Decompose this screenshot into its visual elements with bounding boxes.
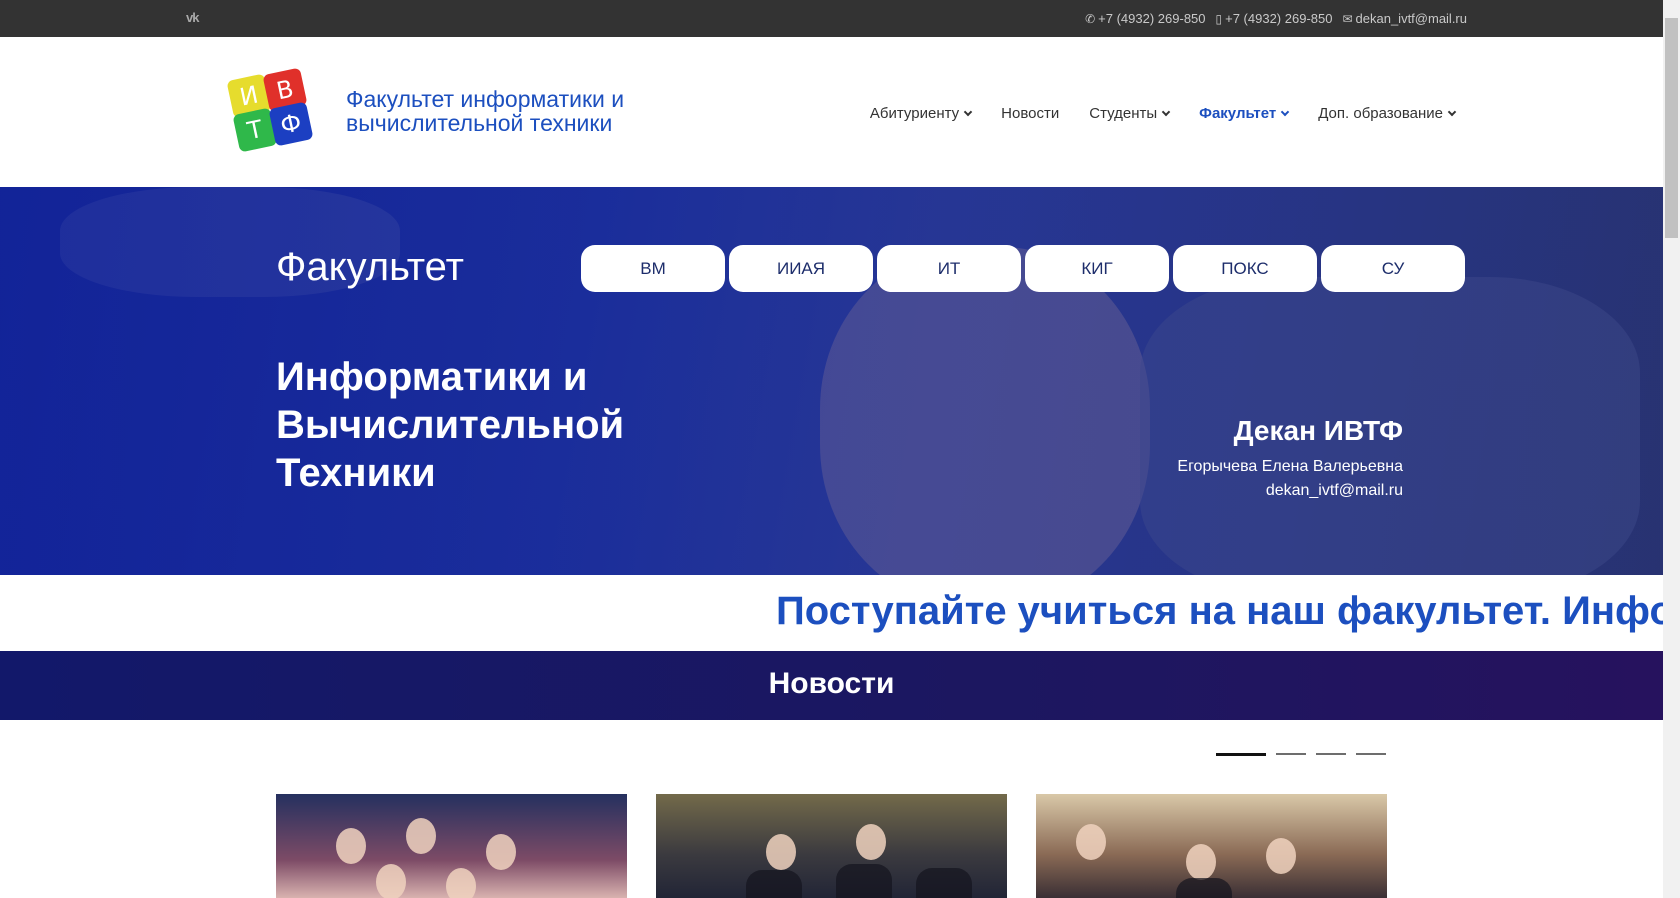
photo-figure — [746, 870, 802, 898]
vk-icon[interactable]: vk — [186, 10, 200, 25]
photo-figure — [1186, 844, 1216, 880]
photo-figure — [916, 868, 972, 898]
envelope-icon: ✉ — [1342, 11, 1353, 26]
chevron-down-icon — [963, 107, 973, 116]
email-contact[interactable]: ✉ dekan_ivtf@mail.ru — [1342, 11, 1467, 26]
news-heading: Новости — [768, 667, 895, 700]
department-button-poks[interactable]: ПОКС — [1173, 245, 1317, 292]
nav-item-extra-education[interactable]: Доп. образование — [1318, 105, 1457, 122]
department-tabs: ВМ ИИАЯ ИТ КИГ ПОКС СУ — [581, 245, 1465, 292]
news-card-image[interactable] — [656, 794, 1007, 898]
photo-figure — [836, 864, 892, 898]
contacts: ✆ +7 (4932) 269-850 ▯ +7 (4932) 269-850 ✉ d… — [1085, 11, 1467, 26]
carousel-dot[interactable] — [1216, 753, 1266, 756]
dean-name: Егорычева Елена Валерьевна — [1177, 458, 1403, 475]
carousel-dot[interactable] — [1316, 753, 1346, 755]
photo-figure — [406, 818, 436, 854]
hero-banner: Факультет ВМ ИИАЯ ИТ КИГ ПОКС СУ Информа… — [0, 187, 1663, 575]
page-scrollbar[interactable] — [1663, 0, 1680, 898]
main-nav: Абитуриенту Новости Студенты Факультет Д… — [870, 105, 1457, 122]
department-button-iiaya[interactable]: ИИАЯ — [729, 245, 873, 292]
top-bar: vk ✆ +7 (4932) 269-850 ▯ +7 (4932) 269-850… — [0, 0, 1663, 37]
site-name[interactable]: Факультет информатики и вычислительной т… — [346, 87, 686, 135]
chevron-down-icon — [1280, 107, 1290, 116]
mobile-icon: ▯ — [1215, 11, 1223, 26]
chevron-down-icon — [1447, 107, 1457, 116]
dean-email-link[interactable]: dekan_ivtf@mail.ru — [1177, 479, 1403, 503]
site-header: И В Т Ф Факультет информатики и вычислит… — [0, 37, 1663, 187]
phone-icon: ✆ — [1085, 11, 1096, 26]
photo-figure — [446, 868, 476, 898]
news-section-header: Новости — [0, 651, 1663, 720]
hero-title: Информатики и Вычислительной Техники — [276, 355, 625, 495]
dean-info: Декан ИВТФ Егорычева Елена Валерьевна de… — [1177, 415, 1403, 503]
phone-contact[interactable]: ✆ +7 (4932) 269-850 — [1085, 11, 1205, 26]
marquee-text: Поступайте учиться на наш факультет. Инф… — [776, 589, 1663, 633]
carousel-dot[interactable] — [1356, 753, 1386, 755]
department-button-kig[interactable]: КИГ — [1025, 245, 1169, 292]
nav-item-students[interactable]: Студенты — [1089, 105, 1171, 122]
nav-item-news[interactable]: Новости — [1001, 105, 1059, 122]
news-card-image[interactable] — [276, 794, 627, 898]
photo-figure — [856, 824, 886, 860]
photo-figure — [766, 834, 796, 870]
department-button-vm[interactable]: ВМ — [581, 245, 725, 292]
photo-figure — [1076, 824, 1106, 860]
hero-faculty-label: Факультет — [276, 245, 464, 289]
photo-figure — [486, 834, 516, 870]
scrollbar-thumb[interactable] — [1665, 18, 1678, 238]
nav-item-abiturientu[interactable]: Абитуриенту — [870, 105, 973, 122]
carousel-dot[interactable] — [1276, 753, 1306, 755]
photo-figure — [1176, 878, 1232, 898]
department-button-su[interactable]: СУ — [1321, 245, 1465, 292]
photo-figure — [336, 828, 366, 864]
photo-figure — [1266, 838, 1296, 874]
department-button-it[interactable]: ИТ — [877, 245, 1021, 292]
photo-figure — [376, 864, 406, 898]
dean-title: Декан ИВТФ — [1233, 415, 1403, 446]
logo[interactable]: И В Т Ф — [226, 67, 314, 153]
carousel-indicators — [1216, 753, 1386, 756]
mobile-contact[interactable]: ▯ +7 (4932) 269-850 — [1216, 11, 1333, 26]
nav-item-faculty[interactable]: Факультет — [1199, 105, 1290, 122]
chevron-down-icon — [1161, 107, 1171, 116]
news-card-image[interactable] — [1036, 794, 1387, 898]
marquee-banner: Поступайте учиться на наш факультет. Инф… — [0, 575, 1663, 651]
